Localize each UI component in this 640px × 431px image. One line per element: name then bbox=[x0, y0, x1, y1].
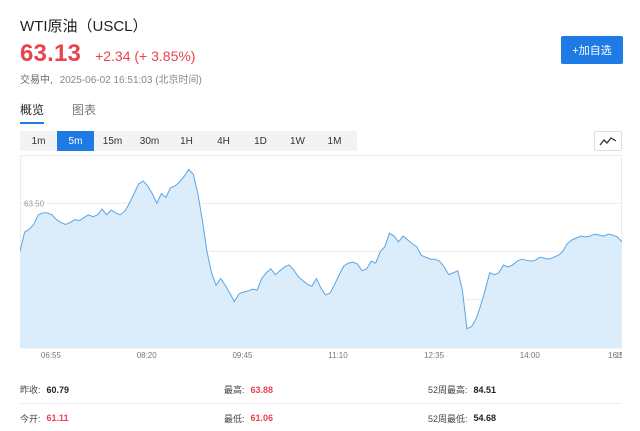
stat-52w-low: 52周最低: 54.68 bbox=[428, 412, 622, 425]
stat-value: 54.68 bbox=[473, 413, 497, 423]
stat-prev-close: 昨收: 60.79 bbox=[20, 383, 224, 396]
period-1w[interactable]: 1W bbox=[279, 131, 316, 151]
period-5m[interactable]: 5m bbox=[57, 131, 94, 151]
x-tick-label: 12:35 bbox=[424, 351, 445, 360]
stat-label: 最高: bbox=[224, 385, 245, 395]
stats-table: 昨收: 60.79 最高: 63.88 52周最高: 84.51 今开: 61.… bbox=[20, 376, 622, 431]
x-tick-label: 06:55 bbox=[41, 351, 62, 360]
stat-label: 昨收: bbox=[20, 385, 41, 395]
period-1m[interactable]: 1m bbox=[20, 131, 57, 151]
stat-label: 52周最高: bbox=[428, 385, 468, 395]
stat-value: 63.88 bbox=[250, 384, 274, 395]
period-30m[interactable]: 30m bbox=[131, 131, 168, 151]
line-chart-icon bbox=[599, 137, 617, 146]
x-tick-label: 16:5 bbox=[608, 351, 622, 360]
x-tick-label: 09:45 bbox=[232, 351, 253, 360]
stats-row: 昨收: 60.79 最高: 63.88 52周最高: 84.51 bbox=[20, 376, 622, 404]
instrument-title: WTI原油（USCL） bbox=[20, 18, 148, 35]
price-area-fill bbox=[20, 169, 622, 348]
stat-value: 84.51 bbox=[473, 384, 497, 395]
x-tick-label: 08:20 bbox=[137, 351, 158, 360]
price-chart[interactable]: 63.5063.0062.5006:5508:2009:4511:1012:35… bbox=[20, 155, 622, 365]
stat-value: 60.79 bbox=[46, 384, 70, 395]
period-1d[interactable]: 1D bbox=[242, 131, 279, 151]
period-1mo[interactable]: 1M bbox=[316, 131, 353, 151]
price-change: +2.34 (+ 3.85%) bbox=[95, 48, 196, 64]
stat-52w-high: 52周最高: 84.51 bbox=[428, 383, 622, 396]
period-selector: 1m 5m 15m 30m 1H 4H 1D 1W 1M bbox=[20, 131, 357, 151]
chart-type-toggle[interactable] bbox=[594, 131, 622, 151]
add-favorite-button[interactable]: +加自选 bbox=[561, 36, 623, 64]
stat-label: 52周最低: bbox=[428, 413, 468, 424]
period-1h[interactable]: 1H bbox=[168, 131, 205, 151]
trading-status-label: 交易中, bbox=[20, 75, 53, 86]
trading-status: 交易中, 2025-06-02 16:51:03 (北京时间) bbox=[20, 71, 202, 86]
stat-value: 61.06 bbox=[250, 413, 274, 423]
stat-value: 61.11 bbox=[46, 413, 69, 423]
trading-timestamp: 2025-06-02 16:51:03 (北京时间) bbox=[59, 75, 202, 86]
stats-row: 今开: 61.11 最低: 61.06 52周最低: 54.68 bbox=[20, 404, 622, 431]
stat-high: 最高: 63.88 bbox=[224, 383, 428, 396]
view-tabs: 概览 图表 bbox=[20, 101, 124, 124]
stat-low: 最低: 61.06 bbox=[224, 412, 428, 425]
stat-label: 最低: bbox=[224, 413, 245, 424]
period-15m[interactable]: 15m bbox=[94, 131, 131, 151]
stat-open: 今开: 61.11 bbox=[20, 412, 224, 425]
y-tick-label: 63.50 bbox=[24, 199, 45, 208]
current-price: 63.13 bbox=[20, 40, 82, 67]
period-4h[interactable]: 4H bbox=[205, 131, 242, 151]
stat-label: 今开: bbox=[20, 413, 41, 424]
x-tick-label: 11:10 bbox=[328, 351, 348, 360]
price-row: 63.13 +2.34 (+ 3.85%) bbox=[20, 40, 195, 68]
tab-overview[interactable]: 概览 bbox=[20, 101, 45, 124]
tab-chart[interactable]: 图表 bbox=[72, 101, 96, 123]
x-tick-label: 14:00 bbox=[520, 351, 541, 360]
